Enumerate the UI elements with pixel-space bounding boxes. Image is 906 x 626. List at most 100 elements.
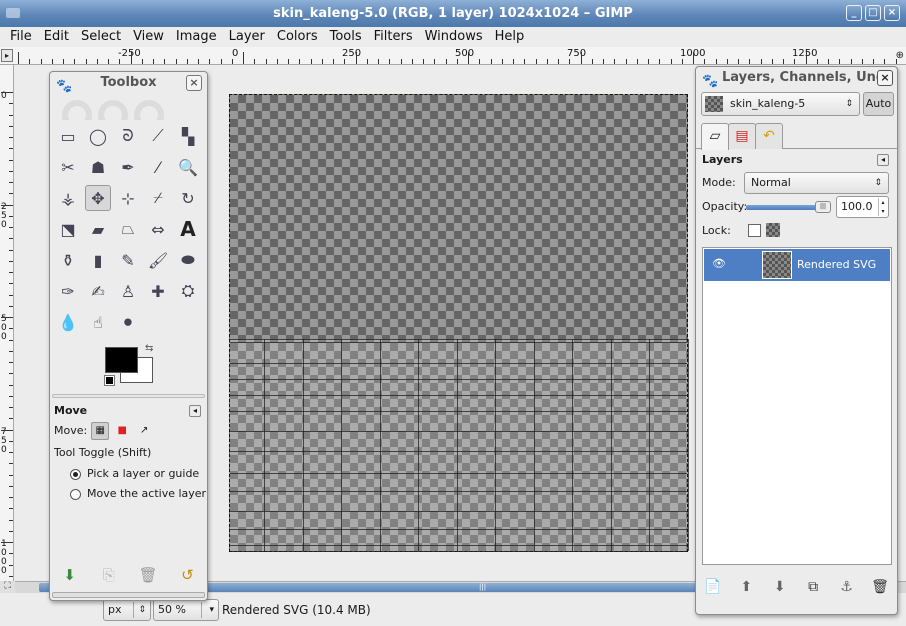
anchor-layer-icon[interactable]: ⚓ bbox=[836, 579, 858, 603]
tab-undo[interactable]: ↶ bbox=[755, 123, 783, 149]
menu-tools[interactable]: Tools bbox=[324, 27, 368, 47]
menu-windows[interactable]: Windows bbox=[419, 27, 489, 47]
eye-icon[interactable]: 👁 bbox=[712, 257, 726, 270]
perspective-icon[interactable]: ⏢ bbox=[115, 216, 141, 242]
default-colors-icon[interactable] bbox=[104, 375, 115, 386]
menu-edit[interactable]: Edit bbox=[38, 27, 75, 47]
zoom-selector[interactable]: 50 % ▾ bbox=[153, 599, 219, 621]
unit-selector[interactable]: px ⇕ bbox=[103, 599, 151, 621]
paintbrush-icon[interactable]: 🖌 bbox=[145, 247, 171, 273]
free-select-icon[interactable]: ᘐ bbox=[115, 123, 141, 149]
tab-menu-icon[interactable]: ◂ bbox=[877, 154, 889, 166]
wilber-drop-area[interactable] bbox=[50, 94, 207, 120]
perspective-clone-icon[interactable]: ⛭ bbox=[175, 278, 201, 304]
shear-icon[interactable]: ▰ bbox=[85, 216, 111, 242]
foreground-select-icon[interactable]: ☗ bbox=[85, 154, 111, 180]
pencil-icon[interactable]: ✎ bbox=[115, 247, 141, 273]
tab-channels[interactable]: ▤ bbox=[728, 123, 756, 149]
menu-help[interactable]: Help bbox=[489, 27, 531, 47]
airbrush-icon[interactable]: ✑ bbox=[55, 278, 81, 304]
close-icon[interactable]: × bbox=[186, 75, 202, 91]
zoom-fit-icon[interactable]: ⊕ bbox=[896, 50, 904, 61]
quick-mask-toggle[interactable]: ▸ bbox=[1, 49, 13, 62]
menu-colors[interactable]: Colors bbox=[271, 27, 324, 47]
smudge-icon[interactable]: ☝ bbox=[85, 309, 111, 335]
paths-icon[interactable]: ✒ bbox=[115, 154, 141, 180]
crop-icon[interactable]: ⌿ bbox=[145, 185, 171, 211]
close-icon[interactable]: × bbox=[877, 70, 893, 86]
clone-icon[interactable]: ♙ bbox=[115, 278, 141, 304]
scale-icon[interactable]: ⬔ bbox=[55, 216, 81, 242]
save-options-icon[interactable]: ⬇ bbox=[60, 566, 80, 590]
auto-button[interactable]: Auto bbox=[863, 92, 894, 116]
restore-options-icon[interactable]: ⎘ bbox=[99, 566, 119, 590]
layers-dock-title-bar[interactable]: 🐾 Layers, Channels, Und × bbox=[696, 67, 897, 89]
layer-list[interactable]: 👁 Rendered SVG bbox=[702, 247, 892, 565]
lower-layer-icon[interactable]: ⬇ bbox=[769, 579, 791, 603]
foreground-color[interactable] bbox=[105, 347, 138, 373]
opacity-slider[interactable] bbox=[746, 205, 826, 210]
ellipse-select-icon[interactable]: ◯ bbox=[85, 123, 111, 149]
dodge-burn-icon[interactable]: ⚫ bbox=[115, 309, 141, 335]
radio-move-active[interactable]: Move the active layer bbox=[50, 484, 207, 504]
move-layer-mode-icon[interactable]: ▦ bbox=[91, 422, 110, 440]
menu-filters[interactable]: Filters bbox=[368, 27, 419, 47]
window-menu-icon[interactable] bbox=[6, 8, 20, 18]
dock-separator[interactable] bbox=[52, 394, 205, 398]
tab-layers[interactable]: ▱ bbox=[701, 123, 729, 150]
menu-image[interactable]: Image bbox=[170, 27, 223, 47]
rotate-icon[interactable]: ↻ bbox=[175, 185, 201, 211]
ink-icon[interactable]: ✍ bbox=[85, 278, 111, 304]
mode-value: Normal bbox=[751, 176, 791, 189]
rect-select-icon[interactable]: ▭ bbox=[55, 123, 81, 149]
opacity-slider-handle[interactable]: ||| bbox=[815, 201, 831, 213]
reset-options-icon[interactable]: ↺ bbox=[177, 566, 197, 590]
image-canvas[interactable] bbox=[229, 94, 689, 552]
measure-icon[interactable]: ⚶ bbox=[55, 185, 81, 211]
lock-alpha-icon[interactable] bbox=[766, 223, 780, 237]
spin-icon[interactable]: ▴ ▾ bbox=[878, 198, 887, 216]
horizontal-ruler[interactable]: -250 0 250 500 750 1000 1250 bbox=[0, 47, 906, 65]
menu-select[interactable]: Select bbox=[75, 27, 127, 47]
toolbox-title-bar[interactable]: 🐾 Toolbox × bbox=[50, 72, 207, 94]
layer-row[interactable]: 👁 Rendered SVG bbox=[704, 249, 890, 281]
move-selection-mode-icon[interactable]: ■ bbox=[113, 422, 131, 440]
delete-options-icon[interactable]: 🗑 bbox=[138, 566, 158, 590]
lock-pixels-checkbox[interactable] bbox=[748, 224, 761, 237]
zoom-icon[interactable]: 🔍 bbox=[175, 154, 201, 180]
move-icon[interactable]: ✥ bbox=[85, 185, 111, 211]
blend-icon[interactable]: ▮ bbox=[85, 247, 111, 273]
flip-icon[interactable]: ⇔ bbox=[145, 216, 171, 242]
image-selector[interactable]: skin_kaleng-5 ⇕ bbox=[701, 92, 860, 116]
scissors-icon[interactable]: ✂ bbox=[55, 154, 81, 180]
swap-colors-icon[interactable]: ⇆ bbox=[145, 343, 153, 354]
minimize-button[interactable]: _ bbox=[846, 5, 862, 21]
menu-layer[interactable]: Layer bbox=[223, 27, 271, 47]
maximize-button[interactable]: □ bbox=[865, 5, 881, 21]
window-title-bar[interactable]: skin_kaleng-5.0 (RGB, 1 layer) 1024x1024… bbox=[0, 0, 906, 27]
color-picker-icon[interactable]: ⁄ bbox=[145, 154, 171, 180]
bucket-fill-icon[interactable]: ⚱ bbox=[55, 247, 81, 273]
vertical-ruler[interactable]: 0 250 500 750 1000 bbox=[0, 65, 14, 581]
toolbox-scrollbar[interactable] bbox=[52, 592, 205, 598]
radio-pick-layer[interactable]: Pick a layer or guide bbox=[50, 464, 207, 484]
color-select-icon[interactable]: ▚ bbox=[175, 123, 201, 149]
new-layer-icon[interactable]: 📄 bbox=[702, 579, 724, 603]
eraser-icon[interactable]: ⬬ bbox=[175, 247, 201, 273]
delete-layer-icon[interactable]: 🗑 bbox=[869, 579, 891, 603]
close-button[interactable]: × bbox=[884, 5, 900, 21]
blur-icon[interactable]: 💧 bbox=[55, 309, 81, 335]
align-icon[interactable]: ⊹ bbox=[115, 185, 141, 211]
text-icon[interactable]: A bbox=[175, 216, 201, 242]
menu-view[interactable]: View bbox=[127, 27, 170, 47]
duplicate-layer-icon[interactable]: ⧉ bbox=[802, 579, 824, 603]
raise-layer-icon[interactable]: ⬆ bbox=[735, 579, 757, 603]
mode-selector[interactable]: Normal ⇕ bbox=[744, 172, 889, 194]
heal-icon[interactable]: ✚ bbox=[145, 278, 171, 304]
move-path-mode-icon[interactable]: ↗ bbox=[135, 422, 153, 440]
navigate-icon[interactable]: ⛶ bbox=[0, 581, 15, 593]
menu-file[interactable]: File bbox=[4, 27, 38, 47]
tab-menu-icon[interactable]: ◂ bbox=[189, 405, 201, 417]
opacity-input[interactable]: 100.0 ▴ ▾ bbox=[836, 196, 889, 218]
fuzzy-select-icon[interactable]: ⟋ bbox=[145, 123, 171, 149]
